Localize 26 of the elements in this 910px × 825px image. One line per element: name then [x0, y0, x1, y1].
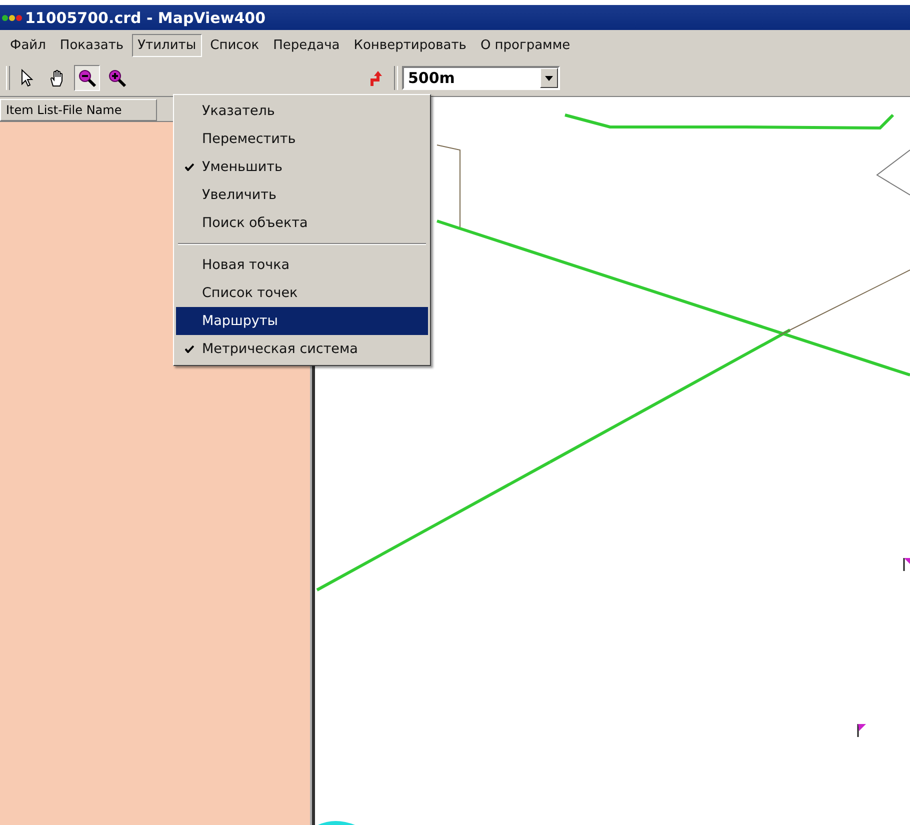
column-header[interactable]: Item List-File Name [0, 99, 157, 121]
water-area [318, 821, 355, 825]
menu-item[interactable]: Уменьшить [176, 153, 428, 181]
menu-item[interactable]: О программе [474, 34, 576, 56]
menu-item[interactable]: Поиск объекта [176, 209, 428, 237]
caret-icon [545, 76, 553, 80]
menu-item[interactable]: Метрическая система [176, 335, 428, 363]
flag-icon [857, 724, 866, 737]
scale-dropdown[interactable]: 500m [402, 66, 560, 90]
window-title: 11005700.crd - MapView400 [25, 8, 266, 26]
app-icon [2, 14, 22, 22]
menu-item[interactable]: Список точек [176, 279, 428, 307]
menu-item[interactable]: Показать [54, 34, 130, 56]
menu-item[interactable]: Переместить [176, 125, 428, 153]
flag-icon [903, 558, 910, 571]
menu-item[interactable]: Утилиты [132, 34, 202, 56]
menu-item[interactable]: Конвертировать [348, 34, 472, 56]
menu-item[interactable]: Новая точка [176, 251, 428, 279]
menu-item[interactable]: Передача [267, 34, 346, 56]
menu-item[interactable]: Указатель [176, 97, 428, 125]
menu-item[interactable]: Маршруты [176, 307, 428, 335]
menu-item[interactable]: Список [204, 34, 266, 56]
menu-item[interactable]: Файл [4, 34, 52, 56]
zoom-out-icon[interactable] [74, 65, 100, 91]
boundary-line [876, 150, 910, 196]
menu-item[interactable]: Увеличить [176, 181, 428, 209]
